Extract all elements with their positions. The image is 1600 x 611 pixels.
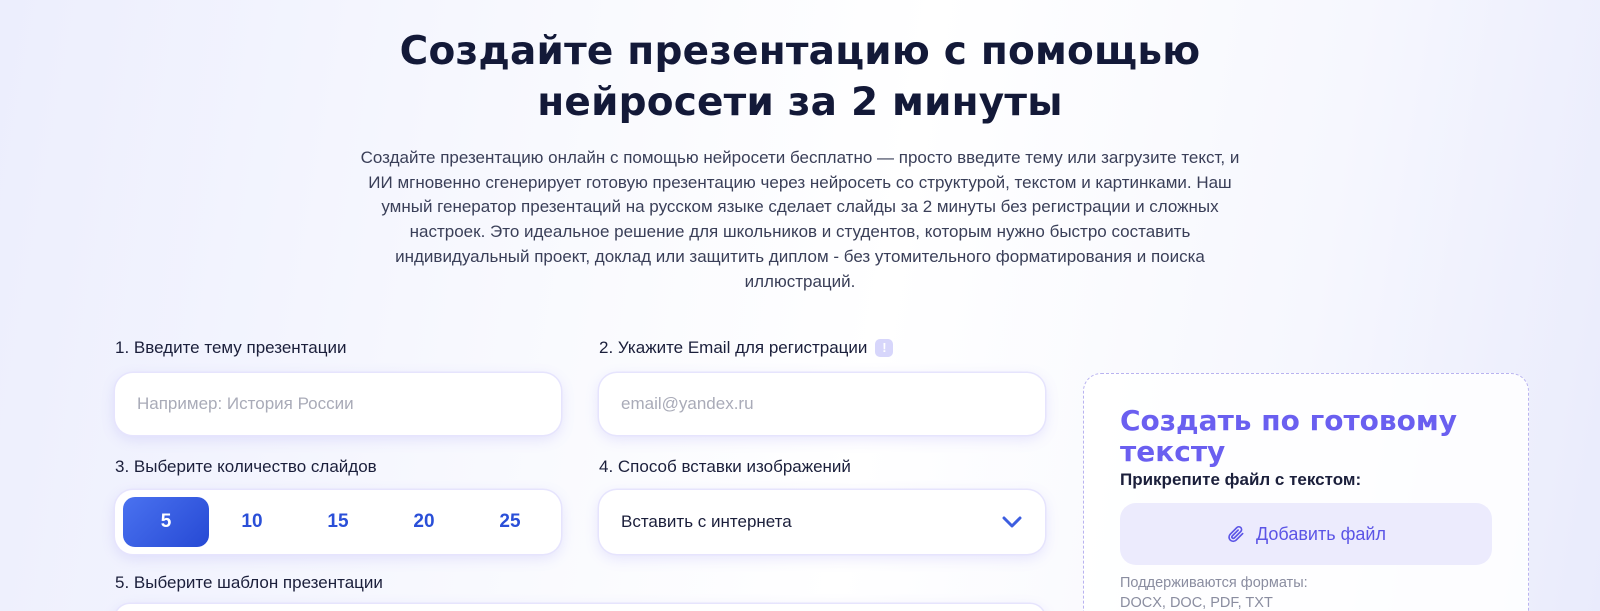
topic-label: 1. Введите тему презентации [115, 338, 347, 357]
template-label: 5. Выберите шаблон презентации [115, 573, 383, 592]
upload-title: Создать по готовому тексту [1120, 404, 1457, 468]
email-label-row: 2. Укажите Email для регистрации! [599, 338, 894, 358]
chevron-down-icon [1002, 516, 1022, 528]
topic-field [115, 373, 561, 435]
slides-label: 3. Выберите количество слайдов [115, 457, 377, 476]
formats-caption: Поддерживаются форматы: [1120, 575, 1308, 591]
email-input[interactable] [621, 394, 1023, 414]
slide-option-5[interactable]: 5 [123, 497, 209, 547]
page-title-line-2: нейросети за 2 минуты [537, 80, 1063, 125]
formats-list: DOCX, DOC, PDF, TXT [1120, 595, 1273, 611]
add-file-label: Добавить файл [1256, 523, 1386, 544]
page-title-line-1: Создайте презентацию с помощью [399, 29, 1201, 74]
template-picker[interactable] [115, 604, 1045, 611]
slide-option-25[interactable]: 25 [467, 497, 553, 547]
slide-count-picker: 5 10 15 20 25 [115, 490, 561, 554]
image-insert-select[interactable]: Вставить с интернета [599, 490, 1045, 554]
page-title: Создайте презентацию с помощью нейросети… [0, 26, 1600, 128]
email-field [599, 373, 1045, 435]
add-file-button[interactable]: Добавить файл [1120, 503, 1492, 565]
slide-option-10[interactable]: 10 [209, 497, 295, 547]
supported-formats: Поддерживаются форматы: DOCX, DOC, PDF, … [1120, 573, 1308, 611]
info-badge-icon[interactable]: ! [875, 338, 894, 357]
topic-input[interactable] [137, 394, 539, 414]
page-description: Создайте презентацию онлайн с помощью не… [360, 148, 1240, 291]
slide-option-15[interactable]: 15 [295, 497, 381, 547]
paperclip-icon [1228, 525, 1244, 543]
slide-option-20[interactable]: 20 [381, 497, 467, 547]
upload-subtitle: Прикрепите файл с текстом: [1120, 470, 1362, 489]
email-label: 2. Укажите Email для регистрации [599, 338, 868, 357]
image-insert-selected-value: Вставить с интернета [621, 512, 792, 531]
images-label: 4. Способ вставки изображений [599, 457, 851, 476]
